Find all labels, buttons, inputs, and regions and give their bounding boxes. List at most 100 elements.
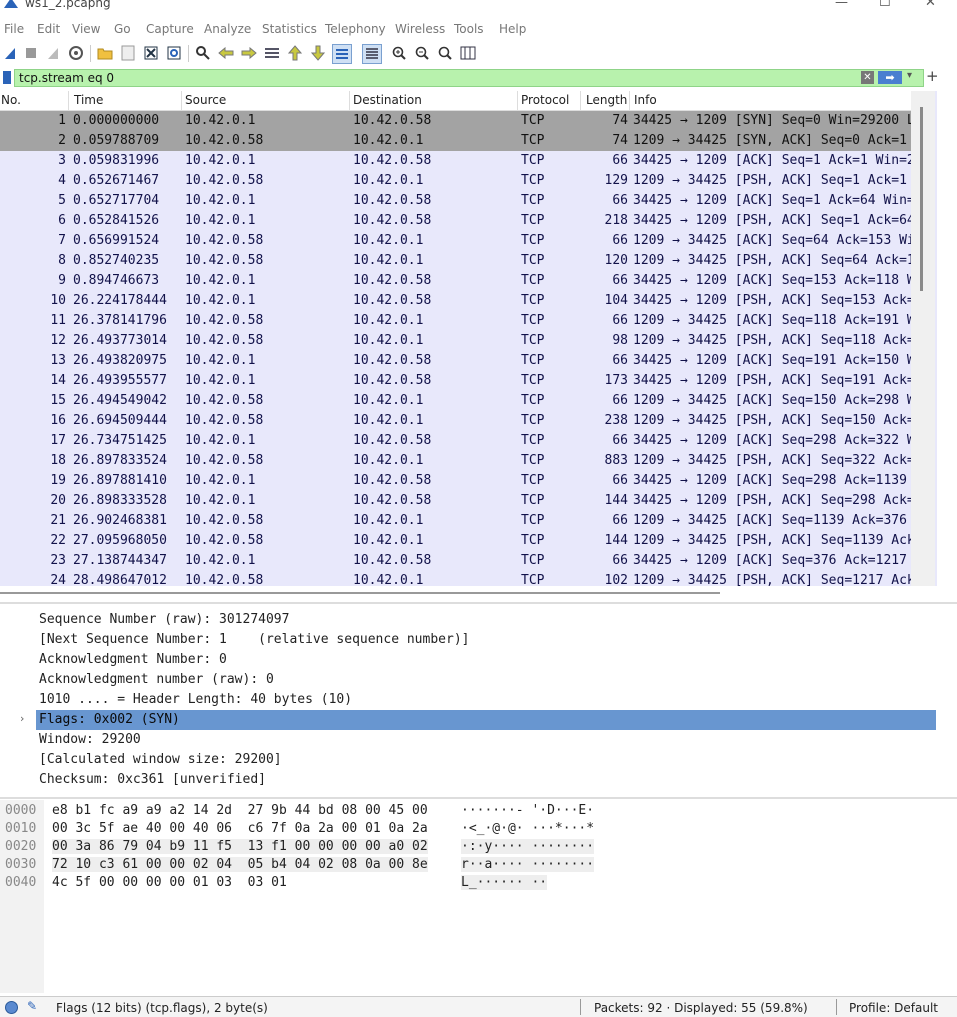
- detail-row-flags-selected[interactable]: Flags: 0x002 (SYN): [36, 710, 936, 730]
- go-to-packet-icon[interactable]: [263, 44, 281, 62]
- packet-row[interactable]: 21 26.902468381 10.42.0.58 10.42.0.1 TCP 1209…: [0, 511, 911, 531]
- go-back-icon[interactable]: [217, 44, 235, 62]
- packet-row[interactable]: 20 26.898333528 10.42.0.1 10.42.0.58 TCP 3442…: [0, 491, 911, 511]
- column-header-time[interactable]: Time: [74, 93, 103, 107]
- capture-options-icon[interactable]: [67, 44, 85, 62]
- menu-analyze[interactable]: Analyze: [204, 22, 251, 36]
- column-header-info[interactable]: Info: [634, 93, 657, 107]
- menu-file[interactable]: File: [4, 22, 24, 36]
- auto-scroll-icon[interactable]: [332, 44, 352, 64]
- expert-info-icon[interactable]: [5, 1001, 18, 1014]
- menu-go[interactable]: Go: [114, 22, 131, 36]
- packet-dst: 10.42.0.58: [353, 553, 432, 568]
- packet-length: 66: [612, 153, 628, 168]
- packet-row[interactable]: 19 26.897881410 10.42.0.1 10.42.0.58 TCP 3442…: [0, 471, 911, 491]
- menu-wireless[interactable]: Wireless: [395, 22, 445, 36]
- zoom-in-icon[interactable]: [390, 44, 408, 62]
- packet-row[interactable]: 15 26.494549042 10.42.0.58 10.42.0.1 TCP 1209…: [0, 391, 911, 411]
- menu-statistics[interactable]: Statistics: [262, 22, 317, 36]
- close-file-icon[interactable]: [142, 44, 160, 62]
- packet-proto: TCP: [521, 513, 545, 528]
- packet-row[interactable]: 1 0.000000000 10.42.0.1 10.42.0.58 TCP 34425 …: [0, 111, 911, 131]
- menu-telephony[interactable]: Telephony: [325, 22, 386, 36]
- display-filter-input[interactable]: [19, 70, 839, 86]
- capture-comment-icon[interactable]: ✎: [27, 999, 37, 1013]
- colorize-icon[interactable]: [362, 44, 382, 64]
- apply-filter-icon[interactable]: ➡: [878, 71, 902, 84]
- column-header-source[interactable]: Source: [185, 93, 226, 107]
- packet-dst: 10.42.0.58: [353, 293, 432, 308]
- scrollbar-thumb[interactable]: [920, 107, 923, 291]
- column-header-no[interactable]: No.: [1, 93, 21, 107]
- restart-capture-icon[interactable]: [44, 44, 62, 62]
- detail-row[interactable]: Checksum: 0xc361 [unverified]: [0, 770, 936, 790]
- save-file-icon[interactable]: [119, 44, 137, 62]
- packet-dst: 10.42.0.1: [353, 393, 424, 408]
- detail-row[interactable]: Acknowledgment Number: 0: [0, 650, 936, 670]
- find-packet-icon[interactable]: [194, 44, 212, 62]
- status-profile[interactable]: Profile: Default: [849, 1001, 938, 1015]
- detail-row[interactable]: Acknowledgment number (raw): 0: [0, 670, 936, 690]
- bookmark-icon[interactable]: [3, 71, 11, 84]
- packet-proto: TCP: [521, 293, 545, 308]
- go-last-icon[interactable]: [309, 44, 327, 62]
- minimize-icon[interactable]: —: [835, 0, 848, 10]
- column-header-length[interactable]: Length: [586, 93, 627, 107]
- resize-columns-icon[interactable]: [459, 44, 477, 62]
- go-forward-icon[interactable]: [240, 44, 258, 62]
- packet-row[interactable]: 14 26.493955577 10.42.0.1 10.42.0.58 TCP 3442…: [0, 371, 911, 391]
- column-header-destination[interactable]: Destination: [353, 93, 422, 107]
- packet-row[interactable]: 9 0.894746673 10.42.0.1 10.42.0.58 TCP 34425 …: [0, 271, 911, 291]
- packet-dst: 10.42.0.1: [353, 453, 424, 468]
- packet-row[interactable]: 4 0.652671467 10.42.0.58 10.42.0.1 TCP 1209 →…: [0, 171, 911, 191]
- menu-tools[interactable]: Tools: [454, 22, 484, 36]
- packet-row[interactable]: 13 26.493820975 10.42.0.1 10.42.0.58 TCP 3442…: [0, 351, 911, 371]
- column-header-protocol[interactable]: Protocol: [521, 93, 569, 107]
- menu-edit[interactable]: Edit: [37, 22, 60, 36]
- detail-row[interactable]: Sequence Number (raw): 301274097: [0, 610, 936, 630]
- close-icon[interactable]: ✕: [925, 0, 936, 10]
- packet-row[interactable]: 6 0.652841526 10.42.0.1 10.42.0.58 TCP 34425 …: [0, 211, 911, 231]
- shark-fin-start-icon[interactable]: [1, 44, 19, 62]
- menu-view[interactable]: View: [72, 22, 100, 36]
- open-file-icon[interactable]: [96, 44, 114, 62]
- zoom-out-icon[interactable]: [413, 44, 431, 62]
- packet-info: 34425 → 1209 [ACK] Seq=1 Ack=1 Win=29: [633, 153, 911, 168]
- clear-filter-icon[interactable]: ✕: [861, 71, 874, 84]
- packet-row[interactable]: 16 26.694509444 10.42.0.58 10.42.0.1 TCP 1209…: [0, 411, 911, 431]
- packet-list-scrollbar[interactable]: [911, 91, 935, 586]
- packet-length: 104: [604, 293, 628, 308]
- packet-row[interactable]: 11 26.378141796 10.42.0.58 10.42.0.1 TCP 1209…: [0, 311, 911, 331]
- reload-file-icon[interactable]: [165, 44, 183, 62]
- packet-info: 1209 → 34425 [ACK] Seq=1139 Ack=376 W: [633, 513, 911, 528]
- packet-dst: 10.42.0.58: [353, 493, 432, 508]
- packet-row[interactable]: 10 26.224178444 10.42.0.1 10.42.0.58 TCP 3442…: [0, 291, 911, 311]
- packet-row[interactable]: 24 28.498647012 10.42.0.58 10.42.0.1 TCP 1209…: [0, 571, 911, 586]
- packet-row[interactable]: 22 27.095968050 10.42.0.58 10.42.0.1 TCP 1209…: [0, 531, 911, 551]
- add-filter-button[interactable]: +: [926, 67, 939, 85]
- maximize-icon[interactable]: ☐: [879, 0, 891, 10]
- packet-row[interactable]: 17 26.734751425 10.42.0.1 10.42.0.58 TCP 3442…: [0, 431, 911, 451]
- detail-row[interactable]: Window: 29200: [0, 730, 936, 750]
- packet-length: 66: [612, 473, 628, 488]
- menu-help[interactable]: Help: [499, 22, 526, 36]
- zoom-normal-icon[interactable]: [436, 44, 454, 62]
- packet-row[interactable]: 12 26.493773014 10.42.0.58 10.42.0.1 TCP 1209…: [0, 331, 911, 351]
- filter-dropdown-icon[interactable]: ▾: [907, 70, 912, 81]
- horizontal-scrollbar-thumb[interactable]: [0, 592, 720, 594]
- packet-row[interactable]: 18 26.897833524 10.42.0.58 10.42.0.1 TCP 1209…: [0, 451, 911, 471]
- menu-capture[interactable]: Capture: [146, 22, 194, 36]
- packet-row[interactable]: 2 0.059788709 10.42.0.58 10.42.0.1 TCP 1209 →…: [0, 131, 911, 151]
- detail-row[interactable]: 1010 .... = Header Length: 40 bytes (10): [0, 690, 936, 710]
- packet-row[interactable]: 8 0.852740235 10.42.0.58 10.42.0.1 TCP 1209 →…: [0, 251, 911, 271]
- detail-row[interactable]: [Calculated window size: 29200]: [0, 750, 936, 770]
- go-first-icon[interactable]: [286, 44, 304, 62]
- packet-row[interactable]: 3 0.059831996 10.42.0.1 10.42.0.58 TCP 34425 …: [0, 151, 911, 171]
- stop-capture-icon[interactable]: [22, 44, 40, 62]
- packet-length: 102: [604, 573, 628, 586]
- packet-row[interactable]: 7 0.656991524 10.42.0.58 10.42.0.1 TCP 1209 →…: [0, 231, 911, 251]
- packet-row[interactable]: 5 0.652717704 10.42.0.1 10.42.0.58 TCP 34425 …: [0, 191, 911, 211]
- detail-row[interactable]: [Next Sequence Number: 1 (relative seque…: [0, 630, 936, 650]
- expand-arrow-icon[interactable]: ›: [20, 712, 24, 725]
- packet-row[interactable]: 23 27.138744347 10.42.0.1 10.42.0.58 TCP 3442…: [0, 551, 911, 571]
